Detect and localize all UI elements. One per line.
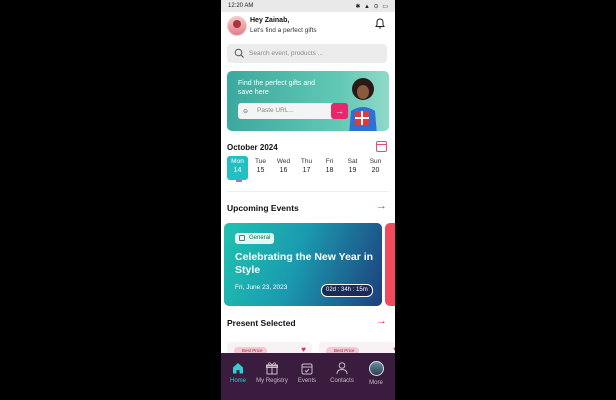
nav-more[interactable]: More <box>359 361 393 386</box>
gift-icon <box>266 362 278 375</box>
woman-with-gift-image <box>349 78 377 131</box>
greeting-subtitle: Let's find a perfect gifts <box>250 27 317 34</box>
day-name: Mon <box>231 158 244 165</box>
search-placeholder: Search event, products ... <box>249 50 324 57</box>
upcoming-events-title: Upcoming Events <box>227 203 299 213</box>
phone-screen: 12:20 AM ✱ ▲ ⊙ ▭ Hey Zainab, Let's find … <box>221 0 395 400</box>
event-dots-indicator <box>236 180 242 182</box>
calendar-day-thu[interactable]: Thu 17 <box>296 156 317 180</box>
calendar-icon <box>301 363 313 375</box>
bell-icon[interactable] <box>375 18 385 29</box>
nav-label: Contacts <box>330 378 354 384</box>
calendar-day-wed[interactable]: Wed 16 <box>273 156 294 180</box>
status-time: 12:20 AM <box>228 3 254 9</box>
event-category-badge: General <box>235 233 275 244</box>
greeting-text: Hey Zainab, <box>250 17 290 24</box>
upcoming-events-see-all-button[interactable]: → <box>376 200 387 212</box>
present-selected-title: Present Selected <box>227 318 296 328</box>
home-icon <box>233 363 243 374</box>
status-bar: 12:20 AM ✱ ▲ ⊙ ▭ <box>221 0 395 12</box>
arrow-right-icon: → <box>376 315 387 327</box>
promo-banner: Find the perfect gifts and save here ⊖ P… <box>227 71 389 131</box>
nav-contacts[interactable]: Contacts <box>325 361 359 384</box>
nav-label: My Registry <box>256 378 288 384</box>
link-icon: ⊖ <box>243 109 249 115</box>
divider <box>227 191 389 192</box>
calendar-icon[interactable] <box>376 141 387 152</box>
day-date: 18 <box>325 167 334 174</box>
day-name: Sun <box>369 158 382 165</box>
day-date: 15 <box>256 167 265 174</box>
calendar-day-fri[interactable]: Fri 18 <box>319 156 340 180</box>
event-countdown: 02d : 34h : 15m <box>321 284 373 297</box>
calendar-day-tue[interactable]: Tue 15 <box>250 156 271 180</box>
day-name: Tue <box>255 158 266 165</box>
day-date: 17 <box>302 167 311 174</box>
calendar-day-sat[interactable]: Sat 19 <box>342 156 363 180</box>
nav-label: Home <box>229 378 246 384</box>
paste-url-input[interactable]: ⊖ Paste URL... → <box>238 103 348 119</box>
promo-text: Find the perfect gifts and save here <box>238 80 316 96</box>
avatar-icon <box>368 361 384 376</box>
calendar-month: October 2024 <box>227 143 278 152</box>
nav-label: More <box>369 380 383 386</box>
event-card-next[interactable] <box>385 223 395 306</box>
nav-events[interactable]: Events <box>290 361 324 384</box>
paste-url-placeholder: Paste URL... <box>257 107 294 114</box>
event-title: Celebrating the New Year in Style <box>235 251 374 276</box>
search-input[interactable]: Search event, products ... <box>227 44 387 63</box>
bottom-navigation: Home My Registry Events Contacts More <box>221 353 395 400</box>
nav-home[interactable]: Home <box>221 361 255 384</box>
day-date: 20 <box>371 167 380 174</box>
nav-label: Events <box>297 378 317 384</box>
day-date: 14 <box>233 167 242 174</box>
person-icon <box>336 362 348 375</box>
arrow-right-icon: → <box>376 200 387 212</box>
day-name: Fri <box>325 158 334 165</box>
present-selected-see-all-button[interactable]: → <box>376 315 387 327</box>
event-card[interactable]: General Celebrating the New Year in Styl… <box>224 223 382 306</box>
calendar-day-mon[interactable]: Mon 14 <box>227 156 248 180</box>
calendar-day-sun[interactable]: Sun 20 <box>365 156 386 180</box>
search-icon <box>234 48 244 58</box>
day-name: Wed <box>276 158 291 165</box>
status-icons: ✱ ▲ ⊙ ▭ <box>355 4 389 10</box>
event-category: General <box>249 235 271 241</box>
day-name: Thu <box>300 158 313 165</box>
avatar[interactable] <box>227 16 247 36</box>
day-date: 19 <box>348 167 357 174</box>
nav-my-registry[interactable]: My Registry <box>255 361 289 384</box>
day-date: 16 <box>279 167 288 174</box>
event-date: Fri, June 23, 2023 <box>235 284 288 291</box>
day-name: Sat <box>347 158 358 165</box>
calendar-icon <box>239 235 245 241</box>
